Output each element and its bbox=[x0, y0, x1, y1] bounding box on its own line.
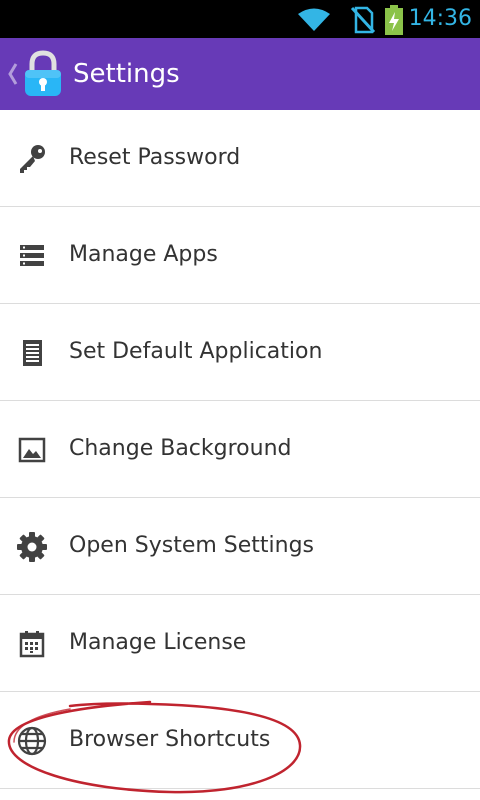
gear-icon bbox=[17, 532, 47, 562]
page-title: Settings bbox=[73, 59, 180, 89]
wifi-icon bbox=[298, 8, 330, 31]
key-icon bbox=[20, 145, 45, 173]
settings-item-browser-shortcuts[interactable]: Browser Shortcuts bbox=[0, 692, 480, 789]
list-icon bbox=[20, 245, 44, 266]
settings-item-label: Change Background bbox=[69, 436, 292, 461]
settings-item-label: Reset Password bbox=[69, 145, 241, 170]
calendar-icon bbox=[19, 631, 45, 658]
settings-list: Reset Password Manage Apps Set Default A… bbox=[0, 110, 480, 789]
battery-charging-icon bbox=[385, 5, 403, 35]
image-icon bbox=[18, 437, 46, 463]
settings-item-reset-password[interactable]: Reset Password bbox=[0, 110, 480, 207]
status-time: 14:36 bbox=[408, 6, 472, 31]
globe-icon bbox=[17, 726, 47, 756]
settings-item-label: Set Default Application bbox=[69, 339, 323, 364]
settings-item-label: Manage License bbox=[69, 630, 247, 655]
settings-item-label: Browser Shortcuts bbox=[69, 727, 271, 752]
app-bar: Settings bbox=[0, 38, 480, 110]
lock-icon bbox=[25, 50, 61, 96]
status-bar: 14:36 bbox=[0, 0, 480, 38]
no-sim-icon bbox=[350, 6, 376, 34]
settings-item-change-background[interactable]: Change Background bbox=[0, 401, 480, 498]
settings-item-open-system-settings[interactable]: Open System Settings bbox=[0, 498, 480, 595]
settings-item-manage-apps[interactable]: Manage Apps bbox=[0, 207, 480, 304]
chevron-left-icon[interactable] bbox=[4, 56, 20, 92]
settings-item-label: Open System Settings bbox=[69, 533, 315, 558]
document-icon bbox=[23, 340, 42, 366]
settings-item-set-default-application[interactable]: Set Default Application bbox=[0, 304, 480, 401]
settings-item-label: Manage Apps bbox=[69, 242, 218, 267]
settings-item-manage-license[interactable]: Manage License bbox=[0, 595, 480, 692]
